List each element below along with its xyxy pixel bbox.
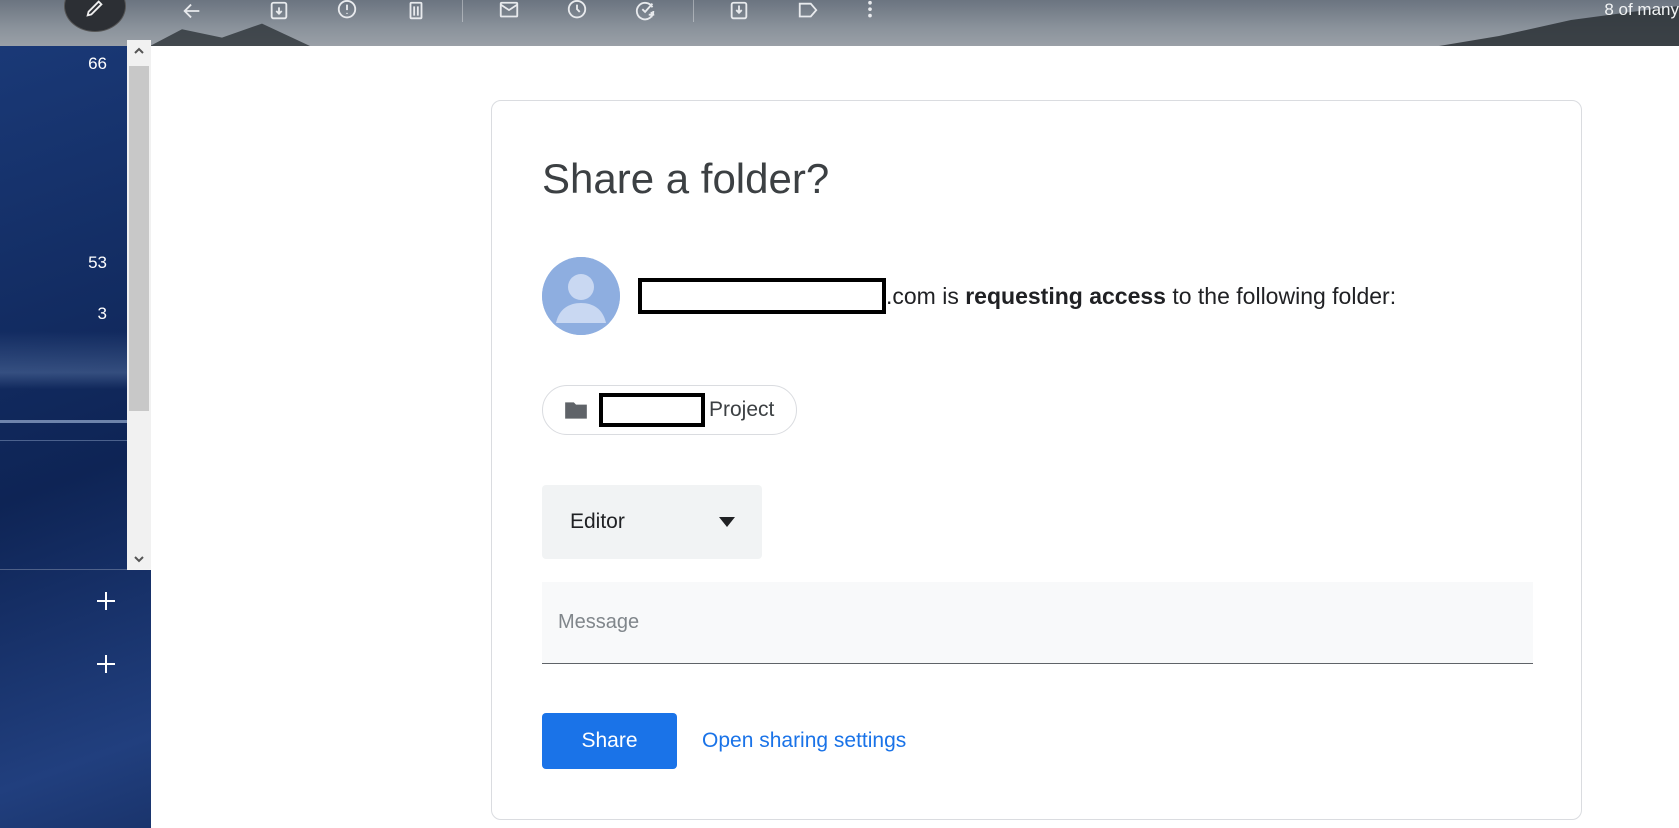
toolbar-divider bbox=[693, 0, 694, 22]
delete-icon[interactable] bbox=[402, 0, 430, 22]
main-content: Share a folder? .com is requesting acces… bbox=[151, 46, 1679, 828]
add-button[interactable] bbox=[92, 587, 120, 615]
wallpaper-lake-reflection bbox=[0, 440, 127, 441]
page-title: Share a folder? bbox=[542, 155, 830, 202]
folder-name: Project bbox=[709, 398, 775, 421]
scrollbar-thumb[interactable] bbox=[129, 66, 149, 411]
top-toolbar: 8 of many bbox=[0, 0, 1679, 46]
request-tail: to the following folder: bbox=[1165, 282, 1397, 309]
nav-unread-count: 53 bbox=[88, 253, 107, 272]
request-suffix: .com is bbox=[886, 282, 966, 309]
archive-icon[interactable] bbox=[265, 0, 293, 22]
request-bold: requesting access bbox=[965, 282, 1166, 309]
folder-icon bbox=[565, 402, 587, 419]
plus-icon bbox=[97, 592, 115, 610]
mark-unread-icon[interactable] bbox=[495, 0, 523, 22]
redacted-folder-name bbox=[599, 393, 705, 427]
pencil-icon bbox=[86, 0, 103, 17]
caret-down-icon bbox=[719, 517, 735, 527]
back-arrow-icon[interactable] bbox=[178, 0, 206, 22]
open-sharing-settings-link[interactable]: Open sharing settings bbox=[702, 729, 906, 753]
more-vert-icon[interactable] bbox=[856, 0, 884, 22]
add-button[interactable] bbox=[92, 650, 120, 678]
nav-unread-count: 3 bbox=[97, 304, 107, 323]
toolbar-divider bbox=[462, 0, 463, 22]
message-input[interactable] bbox=[542, 582, 1533, 664]
avatar bbox=[542, 257, 620, 335]
share-request-card: Share a folder? .com is requesting acces… bbox=[491, 100, 1582, 820]
folder-chip[interactable]: Project bbox=[542, 385, 797, 435]
add-task-icon[interactable] bbox=[632, 0, 660, 22]
person-icon bbox=[542, 257, 620, 335]
plus-icon bbox=[97, 655, 115, 673]
wallpaper-lake-reflection bbox=[0, 420, 127, 423]
role-selected: Editor bbox=[570, 510, 625, 533]
move-to-icon[interactable] bbox=[725, 0, 753, 22]
nav-divider bbox=[0, 569, 151, 570]
scroll-down-icon[interactable] bbox=[127, 548, 151, 570]
snooze-icon[interactable] bbox=[563, 0, 591, 22]
role-dropdown[interactable]: Editor bbox=[542, 485, 762, 559]
request-message: .com is requesting access to the followi… bbox=[638, 277, 1396, 315]
wallpaper-mountain bbox=[150, 23, 310, 46]
nav-unread-count: 66 bbox=[88, 54, 107, 73]
report-spam-icon[interactable] bbox=[333, 0, 361, 22]
pagination-text: 8 of many bbox=[1604, 0, 1679, 19]
redacted-email bbox=[638, 278, 886, 314]
nav-scrollbar[interactable] bbox=[127, 40, 151, 570]
scroll-up-icon[interactable] bbox=[127, 40, 151, 62]
share-button[interactable]: Share bbox=[542, 713, 677, 769]
label-icon[interactable] bbox=[794, 0, 822, 22]
